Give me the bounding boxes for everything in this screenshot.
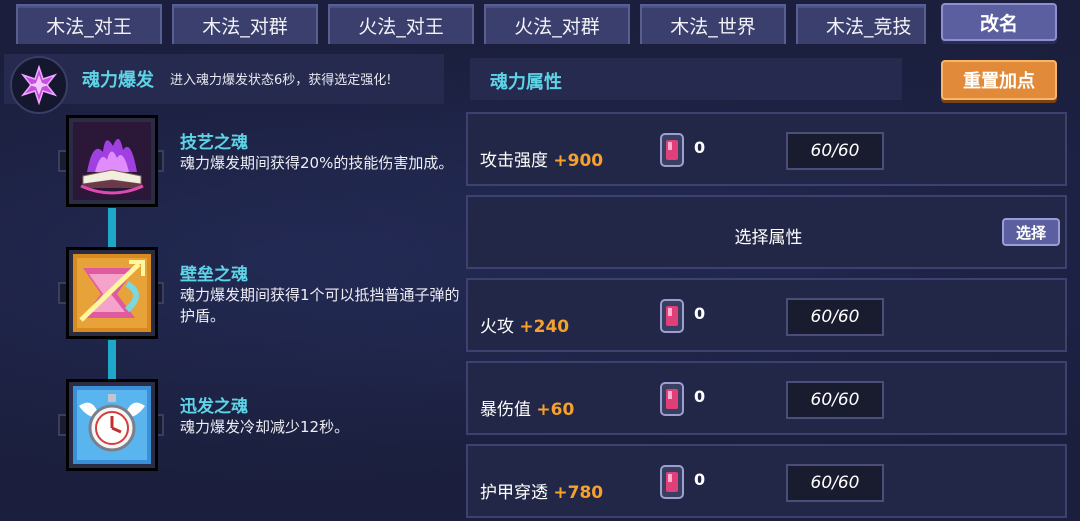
purple-flame-book-icon <box>73 122 151 200</box>
soul-potion-icon <box>660 133 684 167</box>
attribute-bonus: +900 <box>553 151 604 171</box>
soul-burst-header: 魂力爆发 进入魂力爆发状态6秒，获得选定强化! <box>4 54 444 114</box>
soul-description: 魂力爆发期间获得20%的技能伤害加成。 <box>180 154 454 172</box>
reset-points-button[interactable]: 重置加点 <box>941 60 1057 100</box>
attribute-label: 护甲穿透 +780 <box>480 478 603 503</box>
soul-card-barrier[interactable] <box>66 247 158 339</box>
tab-fire-boss[interactable]: 火法_对王 <box>328 4 474 44</box>
attribute-label: 暴伤值 +60 <box>480 395 574 420</box>
attribute-bonus: +60 <box>536 400 575 420</box>
tab-wood-arena[interactable]: 木法_竞技 <box>796 4 926 44</box>
soul-name: 迅发之魂 <box>180 397 248 417</box>
soul-name: 技艺之魂 <box>180 133 248 153</box>
soul-potion-icon <box>660 382 684 416</box>
soul-name: 壁垒之魂 <box>180 265 248 285</box>
tab-fire-group[interactable]: 火法_对群 <box>484 4 630 44</box>
attribute-progress: 60/60 <box>786 132 884 170</box>
attribute-name: 攻击强度 <box>480 151 548 171</box>
soul-burst-icon <box>10 56 68 114</box>
attribute-bonus: +240 <box>519 317 570 337</box>
soul-connector <box>108 208 116 248</box>
soul-burst-title: 魂力爆发 <box>82 70 154 91</box>
attribute-name: 火攻 <box>480 317 514 337</box>
soul-attributes-header: 魂力属性 <box>470 58 902 100</box>
tab-wood-world[interactable]: 木法_世界 <box>640 4 786 44</box>
potion-count: 0 <box>694 304 706 323</box>
potion-count: 0 <box>694 387 706 406</box>
attribute-bonus: +780 <box>553 483 604 503</box>
attribute-row-select: 选择属性 选择 <box>466 195 1067 269</box>
attribute-name: 护甲穿透 <box>480 483 548 503</box>
soul-potion-icon <box>660 465 684 499</box>
soul-burst-description: 进入魂力爆发状态6秒，获得选定强化! <box>170 73 392 88</box>
attribute-label: 火攻 +240 <box>480 312 569 337</box>
attribute-row-crit-damage: 暴伤值 +60 0 60/60 <box>466 361 1067 435</box>
attribute-name: 暴伤值 <box>480 400 531 420</box>
preset-tabs: 木法_对王 木法_对群 火法_对王 火法_对群 木法_世界 木法_竞技 <box>16 4 936 46</box>
select-attribute-label: 选择属性 <box>734 228 803 248</box>
soul-attributes-title: 魂力属性 <box>490 72 562 93</box>
tab-wood-boss[interactable]: 木法_对王 <box>16 4 162 44</box>
attribute-progress: 60/60 <box>786 464 884 502</box>
soul-connector <box>108 340 116 380</box>
soul-description: 魂力爆发期间获得1个可以抵挡普通子弹的护盾。 <box>180 286 460 325</box>
soul-card-skill[interactable] <box>66 115 158 207</box>
attribute-row-armor-penetration: 护甲穿透 +780 0 60/60 <box>466 444 1067 518</box>
tab-wood-group[interactable]: 木法_对群 <box>172 4 318 44</box>
attribute-label: 攻击强度 +900 <box>480 146 603 171</box>
attribute-progress: 60/60 <box>786 381 884 419</box>
soul-description: 魂力爆发冷却减少12秒。 <box>180 418 350 436</box>
soul-potion-icon <box>660 299 684 333</box>
attribute-row-attack: 攻击强度 +900 0 60/60 <box>466 112 1067 186</box>
attribute-progress: 60/60 <box>786 298 884 336</box>
rename-button[interactable]: 改名 <box>941 3 1057 41</box>
shield-arrow-icon <box>73 254 151 332</box>
potion-count: 0 <box>694 138 706 157</box>
attribute-row-fire-attack: 火攻 +240 0 60/60 <box>466 278 1067 352</box>
winged-clock-icon <box>73 386 151 464</box>
potion-count: 0 <box>694 470 706 489</box>
soul-card-swift[interactable] <box>66 379 158 471</box>
select-attribute-button[interactable]: 选择 <box>1002 218 1060 246</box>
